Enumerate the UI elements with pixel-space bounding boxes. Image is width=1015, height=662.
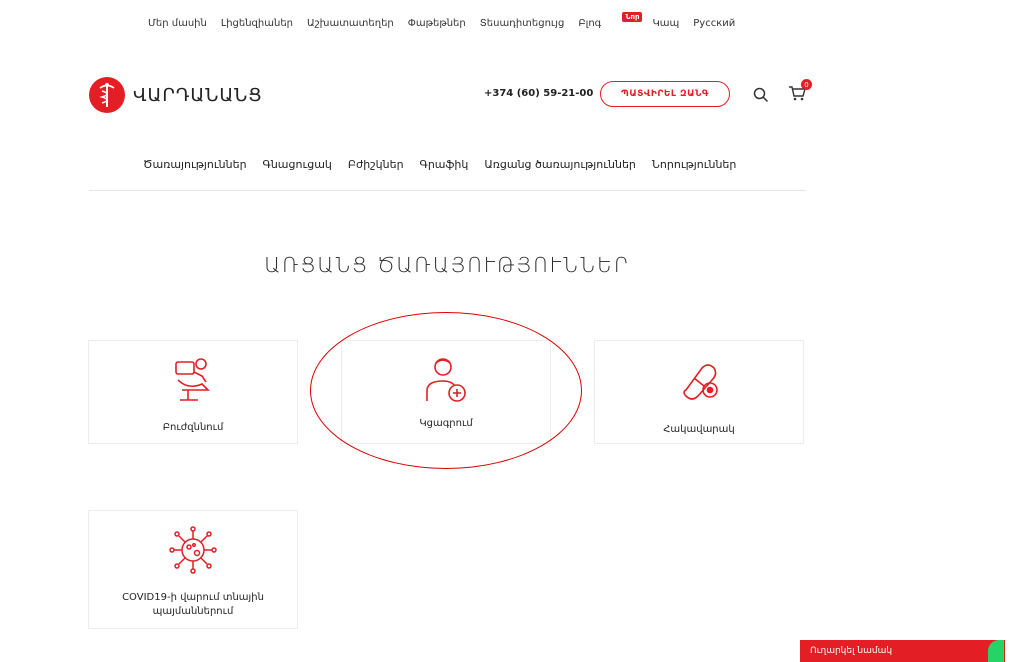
mainnav-news[interactable]: Նորություններ [652, 158, 736, 171]
mainnav-doctors[interactable]: Բժիշկներ [348, 158, 404, 171]
mainnav-online-services[interactable]: Առցանց ծառայություններ [484, 158, 636, 171]
mainnav-services[interactable]: Ծառայություններ [143, 158, 247, 171]
logo[interactable]: ՎԱՐԴԱՆԱՆՑ [89, 77, 263, 113]
topnav-videos[interactable]: Տեսադիտեցույց [480, 18, 565, 29]
doctor-plus-icon [421, 355, 471, 405]
topnav-packages[interactable]: Փաթեթներ [408, 18, 466, 29]
topnav-about[interactable]: Մեր մասին [148, 18, 207, 29]
whatsapp-icon[interactable] [988, 640, 1004, 662]
service-card-covid[interactable]: COVID19-ի վարում տնային պայմաններում [88, 510, 298, 629]
order-call-button[interactable]: ՊԱՏՎԻՐԵԼ ԶԱՆԳ [600, 81, 730, 107]
card-label: Հակավարակ [663, 424, 735, 435]
service-card-attachment[interactable]: Կցագրում [341, 340, 551, 444]
dental-chair-icon [168, 355, 218, 405]
top-nav: Մեր մասին Լիցենզիաներ Աշխատատեղեր Փաթեթն… [148, 12, 735, 29]
topnav-jobs[interactable]: Աշխատատեղեր [307, 18, 394, 29]
cart-count-badge: 0 [801, 79, 812, 90]
card-label: Կցագրում [419, 418, 473, 429]
pill-capsule-icon [674, 355, 724, 405]
topnav-blog[interactable]: Բլոգ Նոր [578, 12, 643, 29]
page-title: ԱՌՑԱՆՑ ԾԱՌԱՅՈՒԹՅՈՒՆՆԵՐ [264, 253, 631, 277]
mainnav-schedule[interactable]: Գրաֆիկ [420, 158, 469, 171]
cart-icon[interactable]: 0 [788, 79, 812, 106]
card-label: COVID19-ի վարում տնային պայմաններում [122, 592, 264, 617]
service-card-checkup[interactable]: Բուժզննում [88, 340, 298, 444]
topnav-language[interactable]: Русский [693, 18, 735, 29]
topnav-blog-label: Բլոգ [578, 18, 602, 29]
main-nav: Ծառայություններ Գնացուցակ Բժիշկներ Գրաֆի… [143, 158, 736, 171]
send-message-button[interactable]: Ուղարկել նամակ [800, 640, 1005, 662]
mainnav-prices[interactable]: Գնացուցակ [263, 158, 332, 171]
topnav-licenses[interactable]: Լիցենզիաներ [221, 18, 293, 29]
new-badge: Նոր [622, 12, 643, 22]
caduceus-icon [89, 77, 125, 113]
topnav-contact[interactable]: Կապ [652, 18, 679, 29]
service-card-antiinfection[interactable]: Հակավարակ [594, 340, 804, 444]
card-label: Բուժզննում [162, 422, 224, 433]
logo-text: ՎԱՐԴԱՆԱՆՑ [133, 84, 263, 106]
search-icon[interactable] [753, 87, 769, 107]
top-bar: Մեր մասին Լիցենզիաներ Աշխատատեղեր Փաթեթն… [0, 0, 1015, 47]
nav-divider [89, 190, 806, 191]
virus-icon [168, 525, 218, 575]
phone-number[interactable]: +374 (60) 59-21-00 [484, 88, 593, 99]
